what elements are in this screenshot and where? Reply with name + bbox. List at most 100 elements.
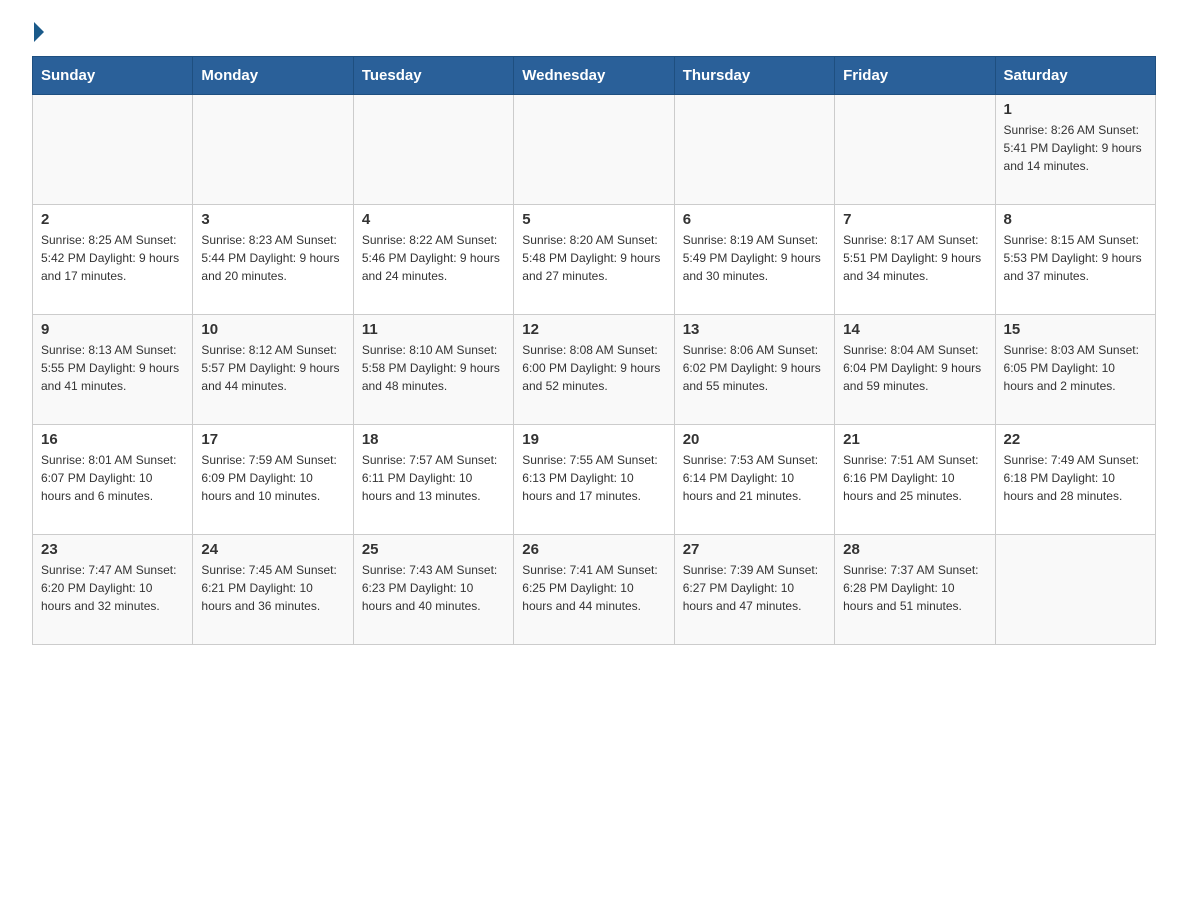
calendar-cell: 5 Sunrise: 8:20 AM Sunset: 5:48 PM Daylig… bbox=[514, 205, 674, 315]
day-header-friday: Friday bbox=[835, 57, 995, 95]
calendar-cell: 26Sunrise: 7:41 AM Sunset: 6:25 PM Dayli… bbox=[514, 535, 674, 645]
day-number: 7 bbox=[843, 211, 986, 228]
week-row-4: 16 Sunrise: 8:01 AM Sunset: 6:07 PM Dayli… bbox=[33, 425, 1156, 535]
calendar-table: SundayMondayTuesdayWednesdayThursdayFrid… bbox=[32, 56, 1156, 645]
day-info: Sunrise: 8:25 AM Sunset: 5:42 PM Dayligh… bbox=[41, 231, 184, 285]
day-info: Sunrise: 7:47 AM Sunset: 6:20 PM Dayligh… bbox=[41, 561, 184, 615]
day-header-thursday: Thursday bbox=[674, 57, 834, 95]
calendar-cell: 16 Sunrise: 8:01 AM Sunset: 6:07 PM Dayli… bbox=[33, 425, 193, 535]
day-number: 13 bbox=[683, 321, 826, 338]
calendar-cell: 17 Sunrise: 7:59 AM Sunset: 6:09 PM Dayli… bbox=[193, 425, 353, 535]
calendar-cell: 10 Sunrise: 8:12 AM Sunset: 5:57 PM Dayli… bbox=[193, 315, 353, 425]
day-number: 24 bbox=[201, 541, 344, 558]
calendar-cell: 28 Sunrise: 7:37 AM Sunset: 6:28 PM Dayli… bbox=[835, 535, 995, 645]
day-info: Sunrise: 8:17 AM Sunset: 5:51 PM Dayligh… bbox=[843, 231, 986, 285]
day-number: 2 bbox=[41, 211, 184, 228]
calendar-cell: 27 Sunrise: 7:39 AM Sunset: 6:27 PM Dayli… bbox=[674, 535, 834, 645]
calendar-cell: 12Sunrise: 8:08 AM Sunset: 6:00 PM Dayli… bbox=[514, 315, 674, 425]
day-info: Sunrise: 8:10 AM Sunset: 5:58 PM Dayligh… bbox=[362, 341, 505, 395]
day-number: 20 bbox=[683, 431, 826, 448]
calendar-cell: 2 Sunrise: 8:25 AM Sunset: 5:42 PM Daylig… bbox=[33, 205, 193, 315]
day-info: Sunrise: 7:59 AM Sunset: 6:09 PM Dayligh… bbox=[201, 451, 344, 505]
day-number: 15 bbox=[1004, 321, 1147, 338]
calendar-cell: 6 Sunrise: 8:19 AM Sunset: 5:49 PM Daylig… bbox=[674, 205, 834, 315]
day-number: 19 bbox=[522, 431, 665, 448]
day-number: 14 bbox=[843, 321, 986, 338]
day-info: Sunrise: 8:13 AM Sunset: 5:55 PM Dayligh… bbox=[41, 341, 184, 395]
day-number: 9 bbox=[41, 321, 184, 338]
calendar-cell: 20 Sunrise: 7:53 AM Sunset: 6:14 PM Dayli… bbox=[674, 425, 834, 535]
day-info: Sunrise: 8:01 AM Sunset: 6:07 PM Dayligh… bbox=[41, 451, 184, 505]
day-number: 28 bbox=[843, 541, 986, 558]
day-info: Sunrise: 8:20 AM Sunset: 5:48 PM Dayligh… bbox=[522, 231, 665, 285]
day-info: Sunrise: 8:08 AM Sunset: 6:00 PM Dayligh… bbox=[522, 341, 665, 395]
day-info: Sunrise: 8:26 AM Sunset: 5:41 PM Dayligh… bbox=[1004, 121, 1147, 175]
logo-arrow-icon bbox=[34, 22, 44, 42]
calendar-cell bbox=[835, 95, 995, 205]
day-info: Sunrise: 8:19 AM Sunset: 5:49 PM Dayligh… bbox=[683, 231, 826, 285]
calendar-cell: 19 Sunrise: 7:55 AM Sunset: 6:13 PM Dayli… bbox=[514, 425, 674, 535]
day-number: 10 bbox=[201, 321, 344, 338]
day-number: 4 bbox=[362, 211, 505, 228]
day-number: 3 bbox=[201, 211, 344, 228]
calendar-cell: 3 Sunrise: 8:23 AM Sunset: 5:44 PM Daylig… bbox=[193, 205, 353, 315]
day-info: Sunrise: 7:53 AM Sunset: 6:14 PM Dayligh… bbox=[683, 451, 826, 505]
day-number: 8 bbox=[1004, 211, 1147, 228]
day-header-sunday: Sunday bbox=[33, 57, 193, 95]
day-number: 11 bbox=[362, 321, 505, 338]
calendar-cell bbox=[995, 535, 1155, 645]
week-row-2: 2 Sunrise: 8:25 AM Sunset: 5:42 PM Daylig… bbox=[33, 205, 1156, 315]
calendar-cell bbox=[353, 95, 513, 205]
day-info: Sunrise: 8:06 AM Sunset: 6:02 PM Dayligh… bbox=[683, 341, 826, 395]
calendar-cell: 1 Sunrise: 8:26 AM Sunset: 5:41 PM Daylig… bbox=[995, 95, 1155, 205]
calendar-cell: 15 Sunrise: 8:03 AM Sunset: 6:05 PM Dayli… bbox=[995, 315, 1155, 425]
page-header bbox=[32, 24, 1156, 40]
day-info: Sunrise: 8:03 AM Sunset: 6:05 PM Dayligh… bbox=[1004, 341, 1147, 395]
week-row-1: 1 Sunrise: 8:26 AM Sunset: 5:41 PM Daylig… bbox=[33, 95, 1156, 205]
day-info: Sunrise: 7:55 AM Sunset: 6:13 PM Dayligh… bbox=[522, 451, 665, 505]
day-number: 27 bbox=[683, 541, 826, 558]
day-number: 22 bbox=[1004, 431, 1147, 448]
week-row-5: 23 Sunrise: 7:47 AM Sunset: 6:20 PM Dayli… bbox=[33, 535, 1156, 645]
calendar-cell: 18Sunrise: 7:57 AM Sunset: 6:11 PM Dayli… bbox=[353, 425, 513, 535]
calendar-cell bbox=[193, 95, 353, 205]
day-info: Sunrise: 7:37 AM Sunset: 6:28 PM Dayligh… bbox=[843, 561, 986, 615]
day-info: Sunrise: 8:04 AM Sunset: 6:04 PM Dayligh… bbox=[843, 341, 986, 395]
day-info: Sunrise: 7:45 AM Sunset: 6:21 PM Dayligh… bbox=[201, 561, 344, 615]
calendar-cell: 21 Sunrise: 7:51 AM Sunset: 6:16 PM Dayli… bbox=[835, 425, 995, 535]
day-info: Sunrise: 7:39 AM Sunset: 6:27 PM Dayligh… bbox=[683, 561, 826, 615]
day-number: 1 bbox=[1004, 101, 1147, 118]
day-info: Sunrise: 7:57 AM Sunset: 6:11 PM Dayligh… bbox=[362, 451, 505, 505]
day-number: 16 bbox=[41, 431, 184, 448]
day-header-monday: Monday bbox=[193, 57, 353, 95]
calendar-cell: 9 Sunrise: 8:13 AM Sunset: 5:55 PM Daylig… bbox=[33, 315, 193, 425]
day-info: Sunrise: 8:12 AM Sunset: 5:57 PM Dayligh… bbox=[201, 341, 344, 395]
day-info: Sunrise: 7:49 AM Sunset: 6:18 PM Dayligh… bbox=[1004, 451, 1147, 505]
day-header-tuesday: Tuesday bbox=[353, 57, 513, 95]
day-info: Sunrise: 7:41 AM Sunset: 6:25 PM Dayligh… bbox=[522, 561, 665, 615]
day-header-saturday: Saturday bbox=[995, 57, 1155, 95]
calendar-cell bbox=[514, 95, 674, 205]
calendar-cell: 25Sunrise: 7:43 AM Sunset: 6:23 PM Dayli… bbox=[353, 535, 513, 645]
day-number: 25 bbox=[362, 541, 505, 558]
day-number: 5 bbox=[522, 211, 665, 228]
calendar-cell: 24 Sunrise: 7:45 AM Sunset: 6:21 PM Dayli… bbox=[193, 535, 353, 645]
calendar-cell: 11 Sunrise: 8:10 AM Sunset: 5:58 PM Dayli… bbox=[353, 315, 513, 425]
day-number: 21 bbox=[843, 431, 986, 448]
calendar-cell: 22 Sunrise: 7:49 AM Sunset: 6:18 PM Dayli… bbox=[995, 425, 1155, 535]
calendar-cell: 8 Sunrise: 8:15 AM Sunset: 5:53 PM Daylig… bbox=[995, 205, 1155, 315]
day-number: 6 bbox=[683, 211, 826, 228]
day-info: Sunrise: 8:15 AM Sunset: 5:53 PM Dayligh… bbox=[1004, 231, 1147, 285]
day-info: Sunrise: 8:22 AM Sunset: 5:46 PM Dayligh… bbox=[362, 231, 505, 285]
calendar-cell: 4 Sunrise: 8:22 AM Sunset: 5:46 PM Daylig… bbox=[353, 205, 513, 315]
day-number: 17 bbox=[201, 431, 344, 448]
calendar-cell: 23 Sunrise: 7:47 AM Sunset: 6:20 PM Dayli… bbox=[33, 535, 193, 645]
day-number: 23 bbox=[41, 541, 184, 558]
calendar-cell: 13 Sunrise: 8:06 AM Sunset: 6:02 PM Dayli… bbox=[674, 315, 834, 425]
day-header-row: SundayMondayTuesdayWednesdayThursdayFrid… bbox=[33, 57, 1156, 95]
calendar-cell bbox=[33, 95, 193, 205]
day-header-wednesday: Wednesday bbox=[514, 57, 674, 95]
day-info: Sunrise: 8:23 AM Sunset: 5:44 PM Dayligh… bbox=[201, 231, 344, 285]
logo bbox=[32, 24, 44, 40]
day-info: Sunrise: 7:51 AM Sunset: 6:16 PM Dayligh… bbox=[843, 451, 986, 505]
